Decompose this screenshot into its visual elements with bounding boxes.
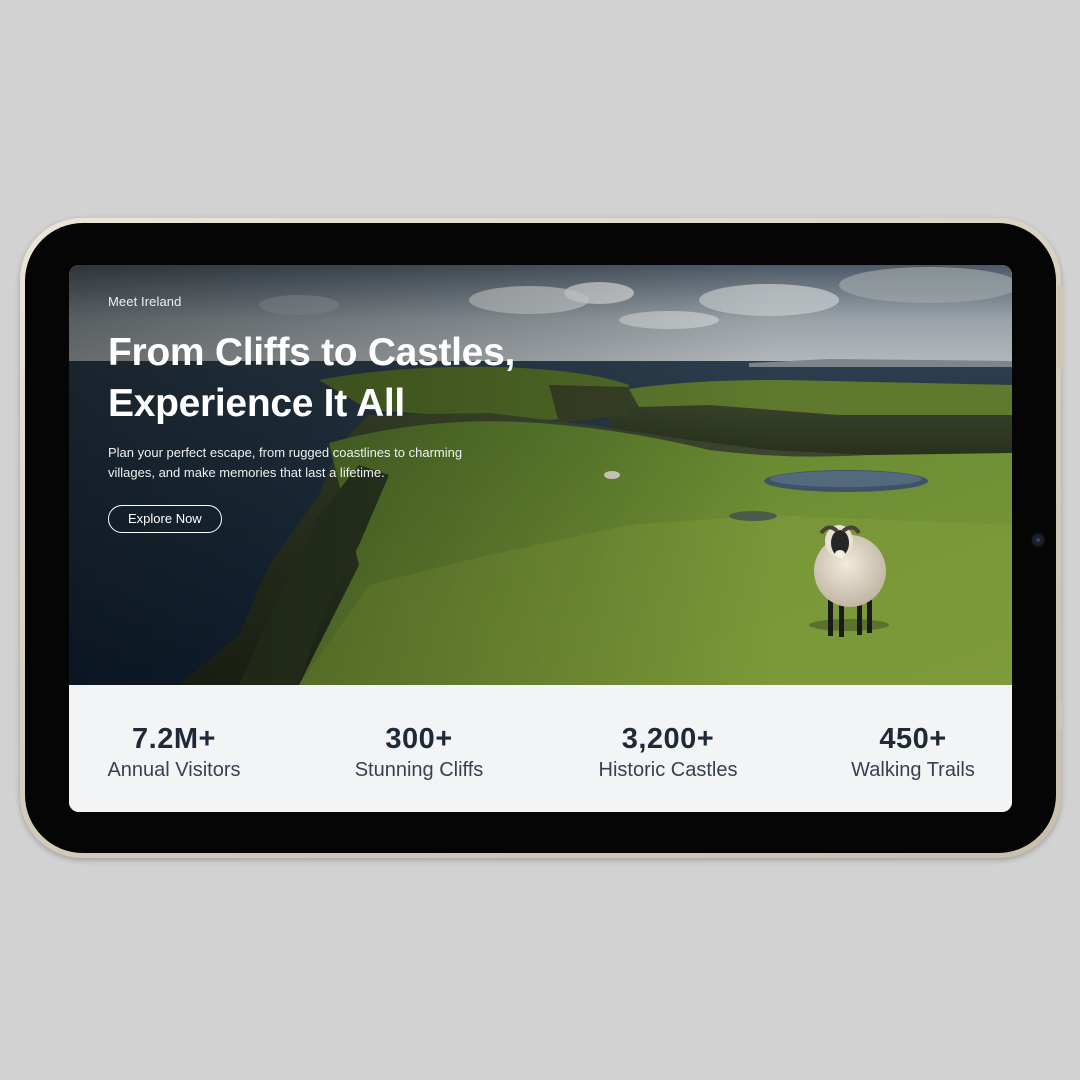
stat-value: 300+ xyxy=(385,723,453,755)
hero-headline: From Cliffs to Castles, Experience It Al… xyxy=(108,327,628,429)
stat-label: Historic Castles xyxy=(598,759,738,781)
hero-headline-line-2: Experience It All xyxy=(108,382,405,425)
volume-button xyxy=(1057,285,1063,369)
hero-description: Plan your perfect escape, from rugged co… xyxy=(108,445,463,480)
stat-value: 450+ xyxy=(879,723,947,755)
stat-value: 3,200+ xyxy=(621,723,715,755)
stat-label: Stunning Cliffs xyxy=(354,759,484,781)
tablet-screen: Meet Ireland From Cliffs to Castles, Exp… xyxy=(69,265,1012,812)
stat-value: 7.2M+ xyxy=(132,723,216,755)
stat-walking-trails: 450+ Walking Trails xyxy=(803,721,1012,783)
stat-label: Annual Visitors xyxy=(107,759,241,781)
hero-eyebrow: Meet Ireland xyxy=(108,294,182,309)
hero-section: Meet Ireland From Cliffs to Castles, Exp… xyxy=(69,265,1012,685)
stat-stunning-cliffs: 300+ Stunning Cliffs xyxy=(309,721,529,783)
explore-now-button[interactable]: Explore Now xyxy=(108,505,222,533)
hero-headline-line-1: From Cliffs to Castles, xyxy=(108,331,515,374)
stat-historic-castles: 3,200+ Historic Castles xyxy=(558,721,778,783)
side-button xyxy=(1057,700,1062,730)
hero-content: Meet Ireland From Cliffs to Castles, Exp… xyxy=(108,294,628,533)
stats-bar: 7.2M+ Annual Visitors 300+ Stunning Clif… xyxy=(69,685,1012,812)
front-camera-icon xyxy=(1030,532,1046,548)
stat-annual-visitors: 7.2M+ Annual Visitors xyxy=(69,721,284,783)
stat-label: Walking Trails xyxy=(851,759,975,781)
